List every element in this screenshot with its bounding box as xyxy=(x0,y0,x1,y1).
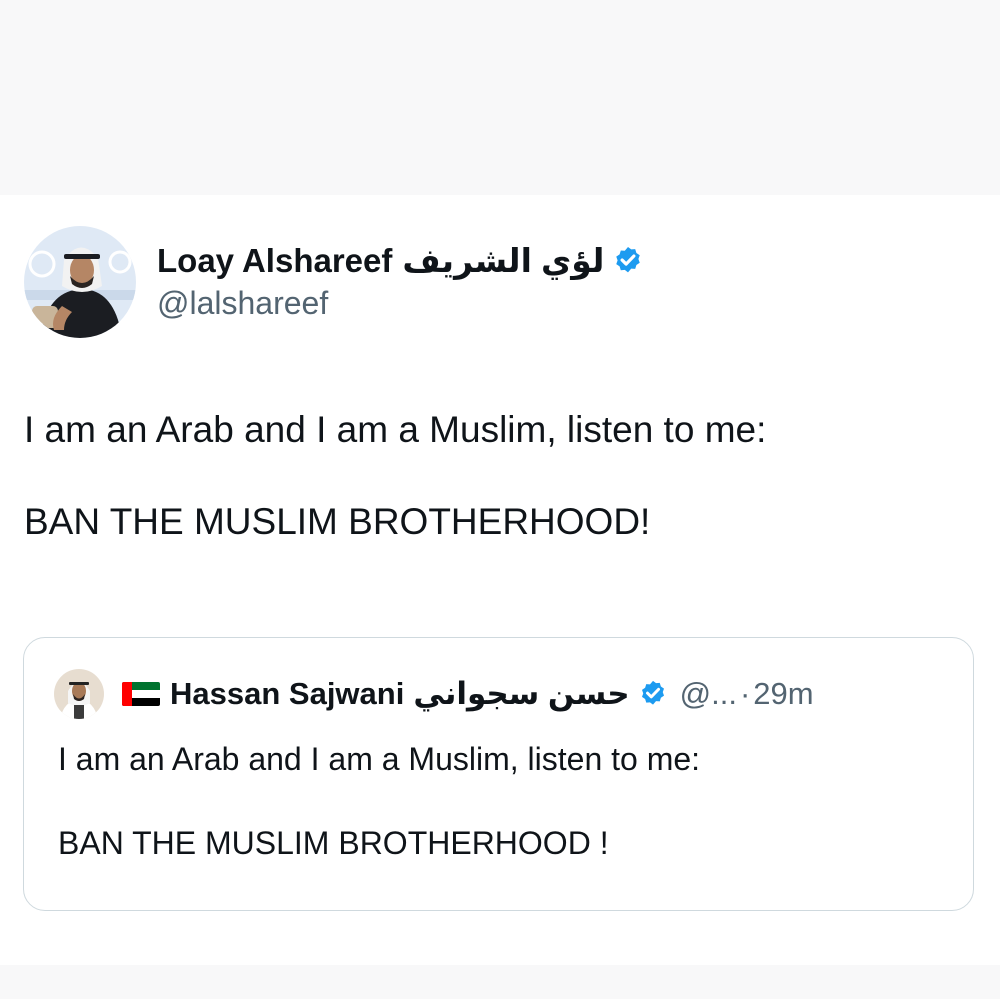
author-name-arabic[interactable]: لؤي الشريف xyxy=(402,240,604,282)
quoted-tweet-text: I am an Arab and I am a Muslim, listen t… xyxy=(58,738,700,864)
quoted-author-name[interactable]: Hassan Sajwani xyxy=(170,676,404,712)
author-name[interactable]: Loay Alshareef xyxy=(157,240,392,282)
uae-flag-icon xyxy=(122,682,160,706)
quoted-tweet-timestamp[interactable]: 29m xyxy=(753,676,813,712)
quoted-author-avatar[interactable] xyxy=(54,669,104,719)
verified-badge-icon xyxy=(638,679,668,709)
author-handle[interactable]: @lalshareef xyxy=(157,282,644,324)
verified-badge-icon xyxy=(612,245,644,277)
quoted-tweet-line: BAN THE MUSLIM BROTHERHOOD ! xyxy=(58,825,609,861)
quoted-tweet-header[interactable]: Hassan Sajwani حسن سجواني @... · 29m xyxy=(54,668,814,720)
author-avatar[interactable] xyxy=(24,226,136,338)
quoted-author-name-arabic[interactable]: حسن سجواني xyxy=(413,676,629,712)
quoted-tweet[interactable]: Hassan Sajwani حسن سجواني @... · 29m I a… xyxy=(23,637,974,911)
author-name-row[interactable]: Loay Alshareef لؤي الشريف xyxy=(157,240,644,282)
quoted-tweet-line: I am an Arab and I am a Muslim, listen t… xyxy=(58,741,701,777)
separator-dot: · xyxy=(739,676,751,711)
tweet-line: I am an Arab and I am a Muslim, listen t… xyxy=(24,409,767,450)
tweet-text: I am an Arab and I am a Muslim, listen t… xyxy=(24,407,766,545)
quoted-author-handle[interactable]: @... xyxy=(680,676,737,712)
tweet-line: BAN THE MUSLIM BROTHERHOOD! xyxy=(24,501,651,542)
tweet-author[interactable]: Loay Alshareef لؤي الشريف @lalshareef xyxy=(24,223,644,341)
tweet-card[interactable]: Loay Alshareef لؤي الشريف @lalshareef I … xyxy=(0,195,1000,965)
